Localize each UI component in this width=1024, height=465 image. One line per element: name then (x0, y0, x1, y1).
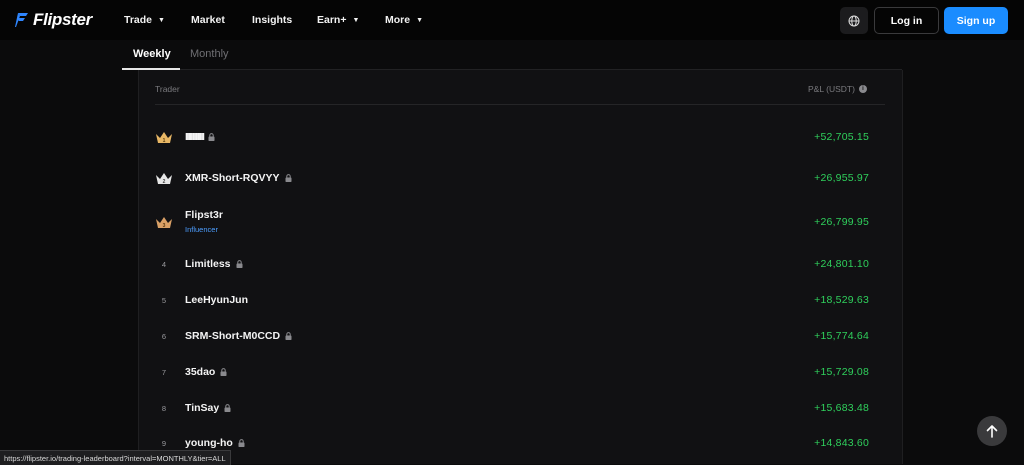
pnl-value: +24,801.10 (814, 258, 869, 270)
silver-crown-icon: 2 (156, 173, 172, 185)
nav-more-label: More (385, 14, 411, 26)
svg-text:2: 2 (163, 179, 166, 185)
pnl-value: +15,729.08 (814, 366, 869, 378)
lock-icon (285, 174, 291, 182)
globe-icon (848, 15, 860, 26)
rank-number: 6 (161, 332, 167, 341)
trader-name-label: young-ho (185, 437, 233, 449)
trader-name-label: TinSay (185, 402, 220, 414)
lock-icon (220, 368, 227, 376)
pnl-value: +18,529.63 (814, 294, 869, 306)
pnl-value: +52,705.15 (814, 131, 869, 143)
caret-down-icon: ▼ (352, 16, 360, 24)
pnl-value: +15,683.48 (814, 402, 869, 414)
gold-crown-icon: 1 (156, 132, 172, 144)
header-divider (155, 104, 885, 105)
table-row[interactable]: 9 young-ho +14,843.60 (150, 428, 880, 458)
trader-name-label: SRM-Short-M0CCD (185, 330, 281, 342)
table-row[interactable]: 3 Flipst3r Influencer +26,799.95 (150, 200, 880, 240)
flipster-logo[interactable]: Flipster (15, 10, 92, 30)
trader-name: XMR-Short-RQVYY (185, 172, 292, 184)
status-bar-url: https://flipster.io/trading-leaderboard?… (0, 450, 231, 465)
trader-name: Limitless (185, 258, 243, 270)
nav-trade-label: Trade (124, 14, 153, 26)
column-header-pnl-label: P&L (USDT) (808, 84, 855, 94)
trader-name-label: LeeHyunJun (185, 294, 249, 306)
table-row[interactable]: 2 XMR-Short-RQVYY +26,955.97 (150, 163, 880, 193)
trader-name: young-ho (185, 437, 245, 449)
pnl-value: +26,799.95 (814, 216, 869, 228)
nav-earn-label: Earn+ (317, 14, 347, 26)
nav-market[interactable]: Market (191, 0, 225, 40)
trader-name: SRM-Short-M0CCD (185, 330, 292, 342)
lock-icon (238, 439, 245, 447)
influencer-badge: Influencer (185, 225, 218, 234)
rank-number: 4 (161, 260, 167, 269)
lock-icon (236, 260, 243, 268)
nav-earn[interactable]: Earn+ ▼ (317, 0, 359, 40)
language-button[interactable] (840, 7, 868, 34)
lock-icon (224, 404, 231, 412)
flipster-logo-icon (15, 13, 28, 27)
rank-number: 7 (161, 368, 167, 377)
lock-icon (208, 133, 215, 141)
tab-weekly[interactable]: Weekly (133, 48, 171, 60)
pnl-value: +14,843.60 (814, 437, 869, 449)
rank-number: 9 (161, 439, 167, 448)
top-navigation: Flipster Trade ▼ Market Insights Earn+ ▼… (0, 0, 1024, 40)
rank-number: 5 (161, 296, 167, 305)
lock-icon (285, 332, 292, 340)
scroll-to-top-button[interactable] (977, 416, 1007, 446)
table-row[interactable]: 7 35dao +15,729.08 (150, 357, 880, 387)
trader-name: Flipst3r (185, 209, 223, 221)
table-row[interactable]: 1 IIIIIIIIIIIII +52,705.15 (150, 122, 880, 152)
table-row[interactable]: 6 SRM-Short-M0CCD +15,774.64 (150, 321, 880, 351)
trader-name: LeeHyunJun (185, 294, 248, 306)
trader-name-label: IIIIIIIIIIIII (185, 131, 205, 143)
nav-trade[interactable]: Trade ▼ (124, 0, 165, 40)
pnl-value: +26,955.97 (814, 172, 869, 184)
signup-button[interactable]: Sign up (944, 7, 1008, 34)
caret-down-icon: ▼ (416, 16, 424, 24)
column-header-pnl: P&L (USDT) i (808, 84, 867, 94)
svg-text:3: 3 (163, 223, 166, 229)
nav-insights[interactable]: Insights (252, 0, 292, 40)
trader-name-label: 35dao (185, 366, 216, 378)
svg-text:1: 1 (163, 138, 166, 144)
trader-name-label: Flipst3r (185, 209, 223, 221)
nav-more[interactable]: More ▼ (385, 0, 423, 40)
brand-name: Flipster (33, 10, 93, 29)
login-button[interactable]: Log in (874, 7, 939, 34)
nav-insights-label: Insights (252, 14, 293, 26)
caret-down-icon: ▼ (158, 16, 165, 24)
arrow-up-icon (986, 425, 998, 438)
trader-name-label: Limitless (185, 258, 231, 270)
trader-name-label: XMR-Short-RQVYY (185, 172, 280, 184)
info-icon[interactable]: i (858, 85, 867, 93)
table-row[interactable]: 8 TinSay +15,683.48 (150, 393, 880, 423)
table-row[interactable]: 5 LeeHyunJun +18,529.63 (150, 285, 880, 315)
trader-name: IIIIIIIIIIIII (185, 131, 215, 143)
pnl-value: +15,774.64 (814, 330, 869, 342)
trader-name: TinSay (185, 402, 231, 414)
tab-monthly[interactable]: Monthly (190, 48, 229, 60)
nav-market-label: Market (191, 14, 225, 26)
rank-number: 8 (161, 404, 167, 413)
table-row[interactable]: 4 Limitless +24,801.10 (150, 249, 880, 279)
column-header-trader: Trader (155, 84, 180, 94)
bronze-crown-icon: 3 (156, 217, 172, 229)
trader-name: 35dao (185, 366, 227, 378)
